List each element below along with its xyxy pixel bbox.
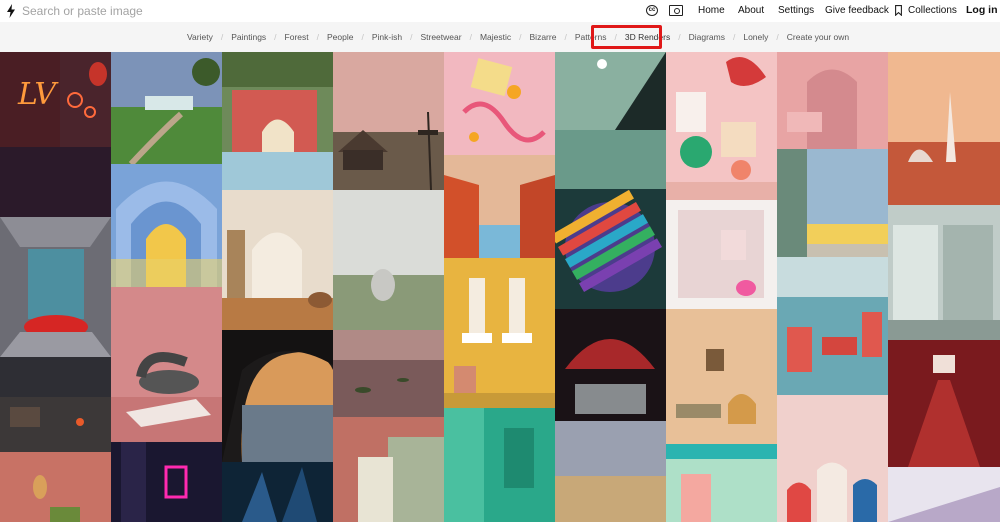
camera-icon[interactable] [669,5,683,16]
image-grid: LV [0,52,1000,522]
category-variety[interactable]: Variety [187,32,213,42]
category-separator: / [220,32,224,42]
image-tile-sage-doors[interactable] [333,417,444,522]
image-tile-red-canyon[interactable] [444,155,555,258]
nav-collections-link[interactable]: Collections [908,5,957,16]
category-patterns[interactable]: Patterns [575,32,607,42]
category-pinkish[interactable]: Pink-ish [372,32,402,42]
category-separator: / [776,32,779,42]
category-paintings[interactable]: Paintings [231,32,266,42]
image-tile-snowy-steps[interactable] [888,467,1000,522]
image-tile-frame-interior[interactable] [666,200,777,309]
image-column [777,52,888,522]
category-separator: / [361,32,364,42]
image-tile-neon-storefront[interactable]: LV [0,52,111,217]
nav-settings-link[interactable]: Settings [778,5,814,16]
image-tile-pink-shapes[interactable] [444,52,555,155]
category-diagrams[interactable]: Diagrams [689,32,725,42]
nav-feedback-link[interactable]: Give feedback [825,5,889,16]
image-tile-teal-courtyard[interactable] [444,408,555,522]
image-column: LV [0,52,111,522]
image-tile-shack-sunset[interactable] [333,52,444,190]
category-list: Variety / Paintings / Forest / People / Pink… [187,32,849,42]
category-3d-renders[interactable]: 3D Renders [625,32,670,42]
category-separator: / [564,32,567,42]
image-tile-dark-crystals[interactable] [222,462,333,522]
image-tile-coral-maze[interactable] [777,257,888,395]
category-separator: / [274,32,277,42]
category-separator: / [469,32,472,42]
image-tile-salmon-wall-lamp[interactable] [0,452,111,522]
image-tile-cloudy-sky[interactable] [555,421,666,522]
image-tile-teal-sea-cliff[interactable] [555,52,666,189]
category-forest[interactable]: Forest [285,32,309,42]
image-column [666,52,777,522]
category-separator: / [410,32,413,42]
image-column [555,52,666,522]
image-tile-yellow-sofa-room[interactable] [777,149,888,257]
image-column [888,52,1000,522]
image-tile-yellow-bathroom[interactable] [444,258,555,408]
category-separator: / [614,32,617,42]
image-column [333,52,444,522]
image-tile-sea-cave[interactable] [222,330,333,462]
category-bar: Variety / Paintings / Forest / People / Pink… [0,22,1000,52]
image-tile-red-staircase[interactable] [888,340,1000,467]
image-tile-field-pavilion[interactable] [111,52,222,164]
image-tile-mint-room[interactable] [666,459,777,522]
image-tile-pink-podium-render[interactable] [666,52,777,200]
image-column [444,52,555,522]
bookmark-icon[interactable] [895,5,902,16]
image-tile-lips-sofa-room[interactable] [0,217,111,357]
image-tile-glass-corridor[interactable] [888,205,1000,340]
image-tile-blue-arches[interactable] [111,164,222,287]
image-tile-misty-meadow[interactable] [333,190,444,330]
image-tile-wood-lounge[interactable] [666,309,777,459]
nav-about-link[interactable]: About [738,5,764,16]
nav-home-link[interactable]: Home [698,5,725,16]
image-tile-city-dusk[interactable] [0,357,111,452]
image-tile-red-pool-house[interactable] [222,52,333,190]
image-column [111,52,222,522]
image-tile-pink-room-arch[interactable] [777,52,888,149]
image-tile-desert-tower[interactable] [888,52,1000,205]
image-tile-pink-chair[interactable] [111,287,222,442]
image-tile-interior-arch[interactable] [222,190,333,330]
image-tile-arched-windows[interactable] [777,395,888,522]
top-header: cc Home About Settings Give feedback Col… [0,0,1000,22]
category-create-your-own[interactable]: Create your own [787,32,849,42]
image-tile-neon-hall[interactable] [555,309,666,421]
image-column [222,52,333,522]
category-separator: / [678,32,681,42]
login-link[interactable]: Log in [966,4,998,16]
search-input[interactable] [22,3,222,19]
category-streetwear[interactable]: Streetwear [420,32,461,42]
category-separator: / [519,32,522,42]
cc-icon[interactable]: cc [646,5,658,16]
category-bizarre[interactable]: Bizarre [530,32,557,42]
category-lonely[interactable]: Lonely [743,32,768,42]
bolt-icon[interactable] [6,4,16,18]
image-tile-lily-pond[interactable] [333,330,444,417]
category-majestic[interactable]: Majestic [480,32,511,42]
image-tile-rainbow-circle[interactable] [555,189,666,309]
svg-text:LV: LV [17,77,59,112]
image-tile-neon-alley[interactable] [111,442,222,522]
category-separator: / [316,32,320,42]
category-people[interactable]: People [327,32,353,42]
category-separator: / [732,32,736,42]
